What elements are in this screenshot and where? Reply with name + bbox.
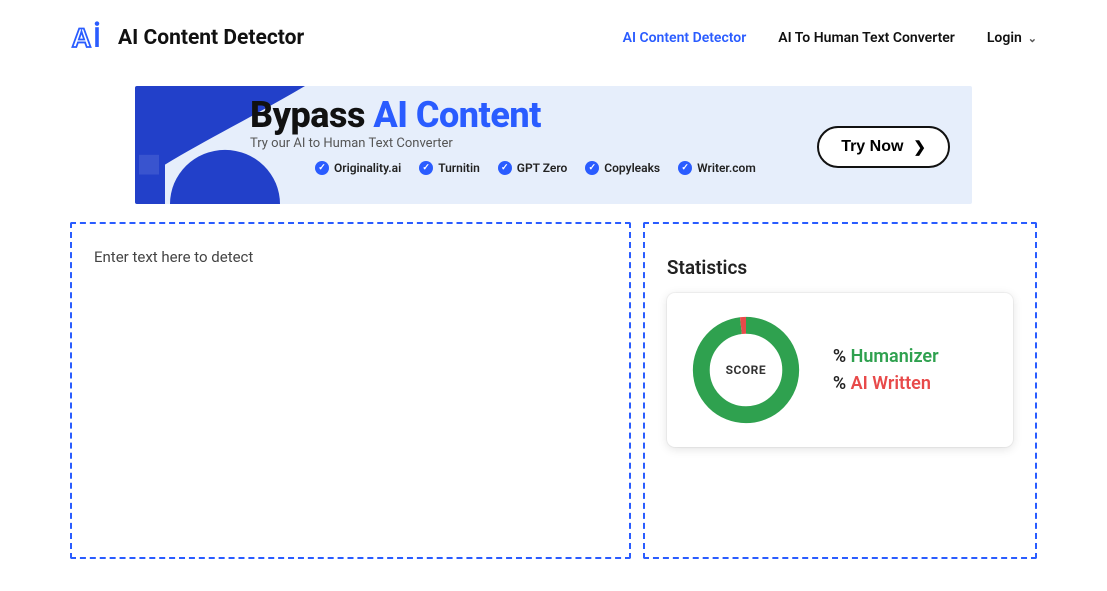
nav-converter[interactable]: AI To Human Text Converter [778, 30, 955, 46]
score-label: SCORE [687, 311, 805, 429]
banner-headline-accent: AI Content [373, 94, 541, 136]
score-card: SCORE % Humanizer % AI Written [667, 293, 1013, 447]
score-donut: SCORE [687, 311, 805, 429]
legend-ai: % AI Written [833, 373, 939, 394]
humanizer-label: Humanizer [851, 346, 939, 367]
nav-login[interactable]: Login ⌄ [987, 30, 1037, 46]
score-legend: % Humanizer % AI Written [833, 340, 939, 400]
nav-detector[interactable]: AI Content Detector [623, 30, 747, 46]
check-turnitin: Turnitin [419, 161, 480, 175]
logo-icon: A [70, 20, 106, 56]
check-icon [585, 161, 599, 175]
try-now-label: Try Now [841, 138, 903, 156]
svg-text:A: A [72, 23, 92, 53]
panels: Statistics SCORE % Humanizer % AI Writte… [0, 204, 1107, 559]
pct-symbol-2: % [833, 373, 846, 394]
try-now-button[interactable]: Try Now ❯ [817, 126, 950, 168]
stats-panel: Statistics SCORE % Humanizer % AI Writte… [643, 222, 1037, 559]
header: A AI Content Detector AI Content Detecto… [0, 0, 1107, 66]
check-originality: Originality.ai [315, 161, 401, 175]
check-icon [678, 161, 692, 175]
chevron-down-icon: ⌄ [1028, 32, 1037, 45]
nav: AI Content Detector AI To Human Text Con… [623, 30, 1037, 46]
chevron-right-icon: ❯ [913, 138, 926, 156]
check-writer: Writer.com [678, 161, 756, 175]
legend-humanizer: % Humanizer [833, 346, 939, 367]
check-icon [498, 161, 512, 175]
check-icon [315, 161, 329, 175]
nav-login-label: Login [987, 30, 1022, 46]
brand-name: AI Content Detector [118, 26, 304, 50]
stats-title: Statistics [667, 256, 1013, 279]
check-copyleaks: Copyleaks [585, 161, 660, 175]
ai-label: AI Written [851, 373, 931, 394]
banner-wrap: Bypass AI Content Try our AI to Human Te… [0, 66, 1107, 204]
pct-symbol: % [833, 346, 846, 367]
check-gptzero: GPT Zero [498, 161, 567, 175]
promo-banner: Bypass AI Content Try our AI to Human Te… [135, 86, 972, 204]
detect-input[interactable] [94, 248, 607, 533]
brand-logo[interactable]: A AI Content Detector [70, 20, 304, 56]
input-panel [70, 222, 631, 559]
banner-headline-prefix: Bypass [250, 94, 373, 136]
check-icon [419, 161, 433, 175]
